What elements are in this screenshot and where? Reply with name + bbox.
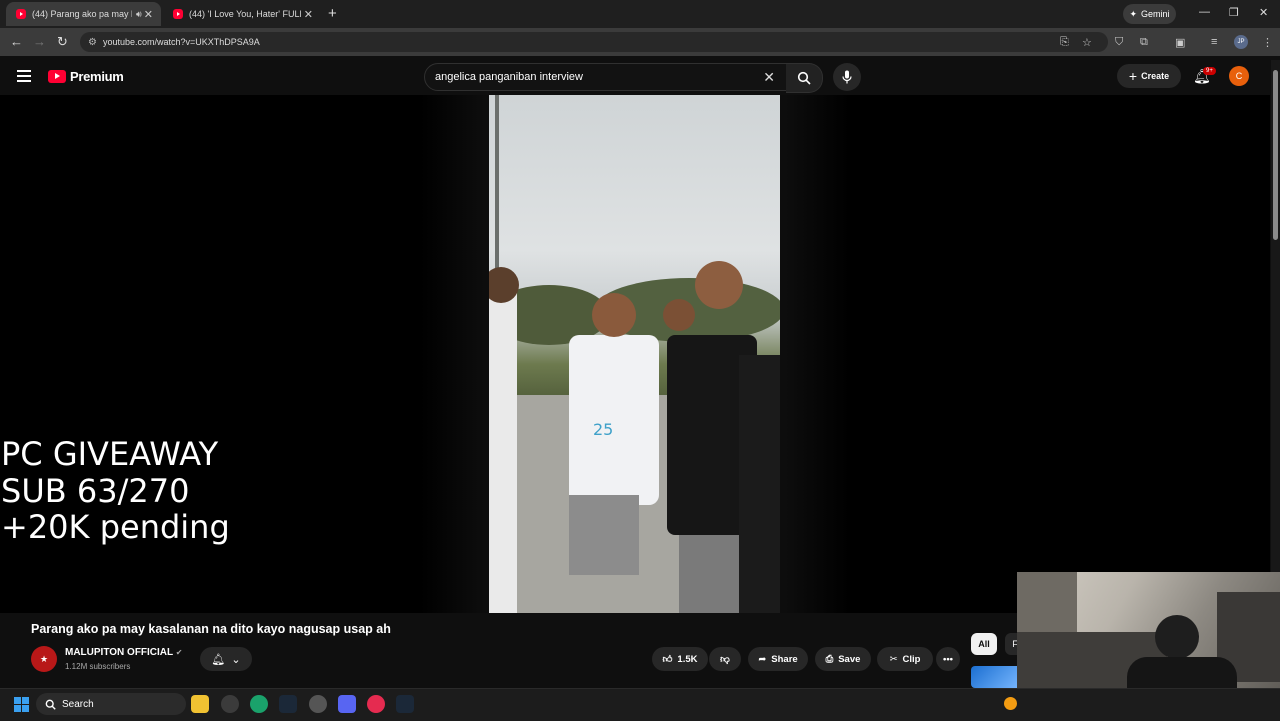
save-label: Save: [838, 653, 861, 665]
discord-icon[interactable]: [338, 695, 356, 713]
create-button[interactable]: + Create: [1117, 64, 1181, 88]
bell-icon: 🔔︎: [211, 653, 226, 666]
notification-badge: 9+: [1203, 67, 1216, 75]
more-actions-button[interactable]: •••: [936, 647, 960, 671]
close-window-icon[interactable]: ✕: [1259, 6, 1268, 19]
clear-search-icon[interactable]: ✕: [763, 69, 775, 86]
extensions-icon[interactable]: ⧉: [1140, 36, 1148, 49]
video-title: Parang ako pa may kasalanan na dito kayo…: [31, 622, 391, 636]
bookmark-star-icon[interactable]: ☆: [1082, 36, 1092, 49]
giveaway-overlay-text: PC GIVEAWAY SUB 63/270 +20K pending: [1, 436, 230, 546]
verified-check-icon: ✔: [175, 648, 183, 657]
reload-icon[interactable]: ↻: [57, 34, 68, 50]
app-icon[interactable]: [309, 695, 327, 713]
search-input[interactable]: angelica panganiban interview ✕: [424, 63, 788, 91]
subscriber-count: 1.12M subscribers: [65, 662, 131, 671]
taskbar-search[interactable]: Search: [36, 693, 186, 715]
overlay-line-3: +20K pending: [1, 508, 230, 546]
shield-icon[interactable]: ⛉: [1115, 36, 1123, 49]
related-video-thumbnail[interactable]: [971, 666, 1021, 688]
close-tab-icon[interactable]: ✕: [304, 8, 313, 21]
search-query: angelica panganiban interview: [435, 71, 583, 83]
speaker-icon[interactable]: 🔊︎: [136, 9, 142, 20]
close-tab-icon[interactable]: ✕: [144, 8, 153, 21]
voice-search-button[interactable]: [833, 63, 861, 91]
windows-start-icon[interactable]: [14, 697, 29, 712]
edge-icon[interactable]: [250, 695, 268, 713]
gemini-label: Gemini: [1141, 9, 1170, 19]
like-button[interactable]: 👍︎ 1.5K: [652, 647, 708, 671]
share-icon: ➦: [758, 653, 767, 665]
gemini-button[interactable]: ✦ Gemini: [1123, 4, 1176, 24]
address-bar[interactable]: ⚙ youtube.com/watch?v=UKXThDPSA9A: [80, 32, 1108, 52]
clip-label: Clip: [902, 653, 921, 665]
channel-avatar[interactable]: ★: [31, 646, 57, 672]
tab-title: (44) 'I Love You, Hater' FULL M: [189, 9, 301, 19]
account-avatar[interactable]: C: [1229, 66, 1249, 86]
subscription-bell-button[interactable]: 🔔︎ ⌄: [200, 647, 252, 671]
overlay-line-2: SUB 63/270: [1, 471, 190, 510]
microphone-icon: [842, 70, 852, 84]
menu-kebab-icon[interactable]: ⋮: [1262, 36, 1273, 49]
like-count: 1.5K: [677, 653, 698, 665]
channel-name[interactable]: MALUPITON OFFICIAL ✔: [65, 647, 182, 658]
tab-active[interactable]: (44) Parang ako pa may kas 🔊︎ ✕: [6, 2, 161, 26]
video-frame[interactable]: 25: [489, 95, 780, 613]
youtube-logo-icon: [48, 70, 66, 83]
tray-icon[interactable]: [1004, 697, 1017, 710]
overlay-line-1: PC GIVEAWAY: [1, 435, 219, 473]
create-label: Create: [1141, 71, 1170, 81]
search-icon: [45, 699, 56, 710]
more-icon: •••: [943, 653, 953, 665]
svg-text:25: 25: [593, 420, 613, 439]
search-button[interactable]: [786, 63, 823, 93]
save-button[interactable]: ⎙ Save: [815, 647, 871, 671]
chevron-down-icon: ⌄: [231, 653, 241, 666]
tab-title: (44) Parang ako pa may kas: [32, 9, 132, 19]
dislike-button[interactable]: 👎︎: [709, 647, 741, 671]
channel-name-text: MALUPITON OFFICIAL: [65, 647, 173, 658]
share-label: Share: [771, 653, 798, 665]
steam-alt-icon[interactable]: [396, 695, 414, 713]
install-app-icon[interactable]: ⎘: [1060, 36, 1069, 49]
brand-name: Premium: [70, 69, 124, 84]
video-scene-image: 25: [489, 95, 780, 613]
minimize-icon[interactable]: —: [1199, 6, 1210, 18]
plus-icon: +: [1128, 68, 1138, 84]
steam-icon[interactable]: [279, 695, 297, 713]
search-icon: [797, 71, 811, 85]
taskbar-search-label: Search: [62, 698, 94, 710]
youtube-favicon-icon: [173, 9, 183, 19]
profile-avatar[interactable]: JP: [1234, 35, 1248, 49]
thumbs-down-icon: 👎︎: [720, 654, 730, 665]
url-text: youtube.com/watch?v=UKXThDPSA9A: [102, 37, 260, 47]
new-tab-button[interactable]: +: [328, 5, 337, 22]
share-button[interactable]: ➦ Share: [748, 647, 808, 671]
media-player-icon[interactable]: [367, 695, 385, 713]
tab-inactive[interactable]: (44) 'I Love You, Hater' FULL M ✕: [163, 2, 321, 26]
chip-all[interactable]: All: [971, 633, 997, 655]
sparkle-icon: ✦: [1129, 8, 1138, 19]
hamburger-menu-icon[interactable]: [17, 70, 31, 85]
file-explorer-icon[interactable]: [191, 695, 209, 713]
bookmark-icon: ⎙: [825, 653, 834, 665]
site-info-icon[interactable]: ⚙: [88, 37, 97, 48]
back-icon[interactable]: ←: [10, 34, 23, 49]
restore-icon[interactable]: ❐: [1229, 6, 1239, 19]
scrollbar-thumb[interactable]: [1273, 70, 1278, 240]
chrome-icon[interactable]: [221, 695, 239, 713]
forward-icon[interactable]: →: [33, 34, 46, 49]
thumbs-up-icon: 👍︎: [662, 654, 673, 665]
youtube-favicon-icon: [16, 9, 26, 19]
scissors-icon: ✂: [889, 653, 898, 665]
clip-button[interactable]: ✂ Clip: [877, 647, 933, 671]
media-control-icon[interactable]: ≡: [1211, 36, 1217, 48]
tab-search-icon[interactable]: ▣: [1175, 36, 1185, 49]
youtube-premium-logo[interactable]: Premium: [48, 69, 124, 84]
